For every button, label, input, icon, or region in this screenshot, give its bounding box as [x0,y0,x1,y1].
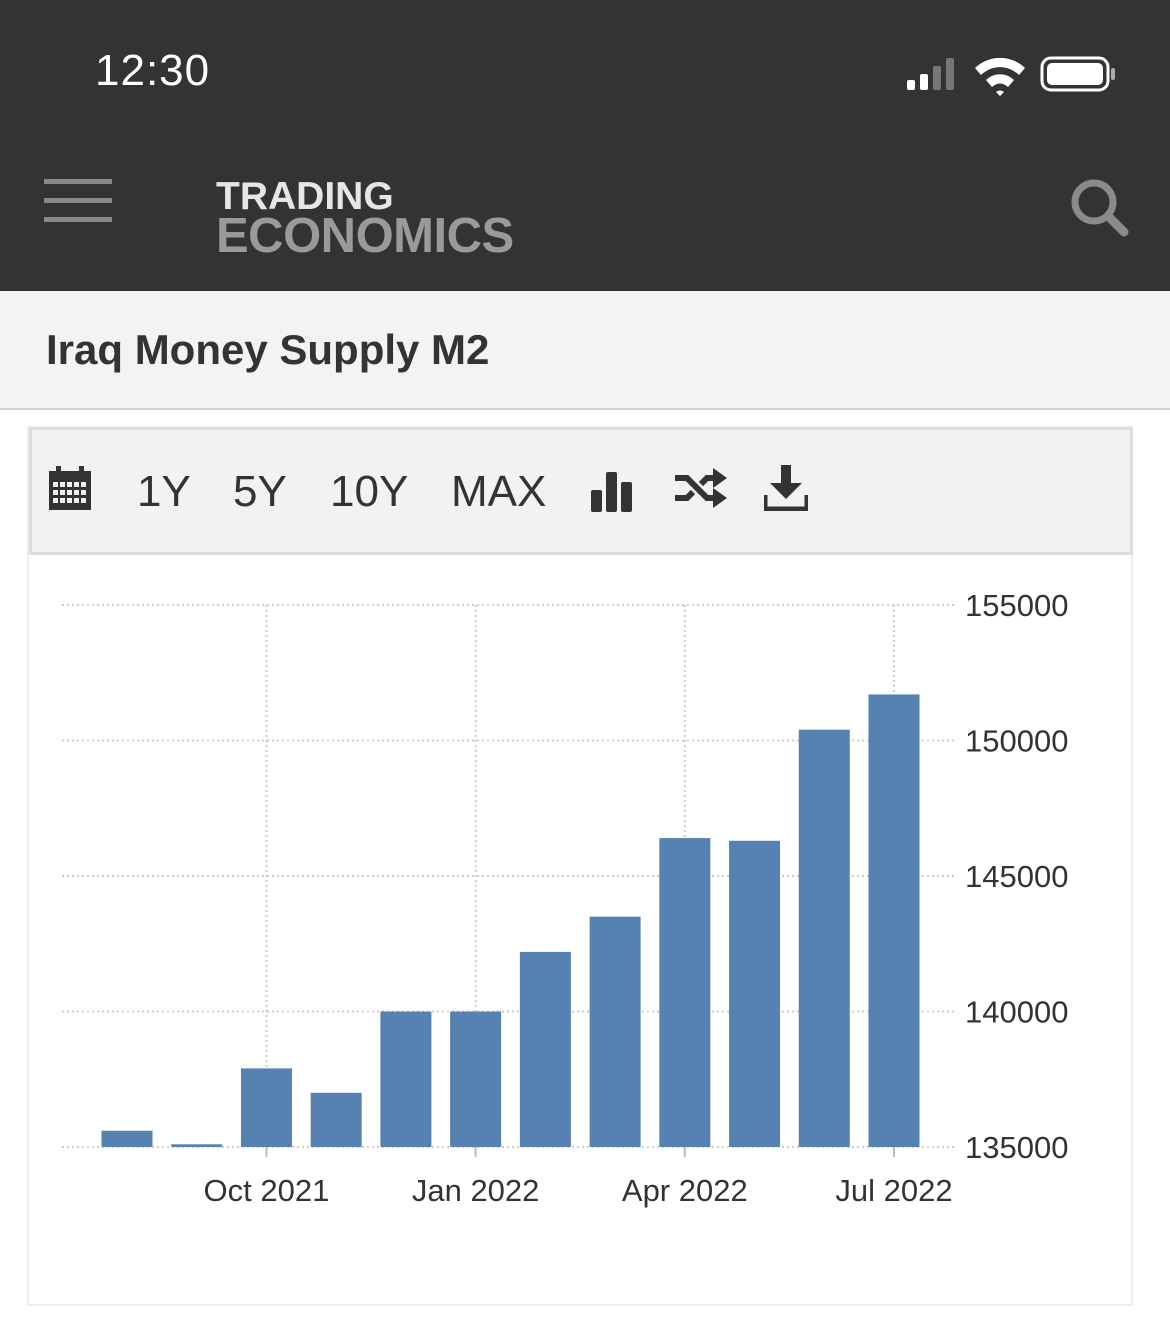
bar-sep-2021[interactable] [171,1144,223,1147]
bar-may-2022[interactable] [729,840,781,1147]
calendar-icon[interactable] [49,466,91,510]
bar-oct-2021[interactable] [240,1068,292,1147]
logo[interactable]: TRADING ECONOMICS [216,177,514,261]
x-tick-label: Jan 2022 [412,1173,540,1208]
bar-jun-2022[interactable] [798,729,850,1147]
y-tick-label: 140000 [965,995,1068,1030]
x-tick-label: Apr 2022 [622,1173,748,1208]
bar-mar-2022[interactable] [589,916,641,1147]
bar-apr-2022[interactable] [659,838,711,1147]
range-10y-button[interactable]: 10Y [330,470,408,514]
bar-jul-2022[interactable] [868,694,920,1147]
status-icons [907,56,1115,96]
wifi-icon [975,57,1025,96]
x-tick-label: Oct 2021 [204,1173,330,1208]
x-tick-label: Jul 2022 [835,1173,952,1208]
signal-icon [907,58,954,90]
battery-icon [1040,56,1115,92]
bar-jan-2022[interactable] [450,1011,502,1148]
bar-chart-icon[interactable] [591,468,635,512]
bar-dec-2021[interactable] [380,1011,432,1148]
bar-aug-2021[interactable] [101,1130,153,1147]
range-5y-button[interactable]: 5Y [233,470,287,514]
logo-text-economics: ECONOMICS [216,209,514,263]
search-icon[interactable] [1068,176,1130,238]
y-tick-label: 145000 [965,859,1068,894]
app-header [0,0,1170,291]
y-tick-label: 155000 [965,588,1068,623]
menu-icon[interactable] [44,178,112,224]
money-supply-chart: 135000 140000 145000 150000 155000 Oct 2021 Ja… [62,588,1068,1208]
bar-feb-2022[interactable] [519,951,571,1147]
page-title: Iraq Money Supply M2 [46,326,490,373]
shuffle-icon[interactable] [673,466,729,510]
y-tick-label: 150000 [965,724,1068,759]
range-1y-button[interactable]: 1Y [137,470,191,514]
chart-toolbar [29,427,1133,555]
bar-nov-2021[interactable] [310,1092,362,1147]
range-max-button[interactable]: MAX [451,470,546,514]
download-icon[interactable] [764,465,808,511]
y-tick-label: 135000 [965,1130,1068,1165]
status-time: 12:30 [95,46,211,95]
